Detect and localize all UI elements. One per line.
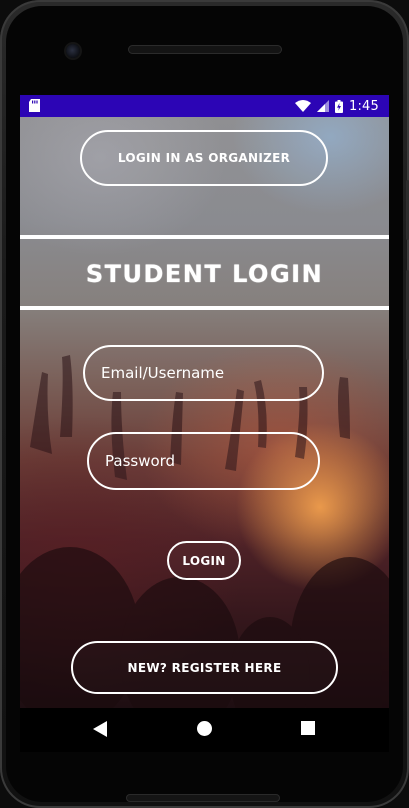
organizer-button-label: LOGIN IN AS ORGANIZER bbox=[117, 151, 291, 165]
page-title: STUDENT LOGIN bbox=[85, 260, 324, 288]
wifi-icon bbox=[295, 100, 311, 112]
earpiece-speaker bbox=[128, 45, 282, 54]
title-divider-top bbox=[20, 235, 389, 239]
register-button-label: NEW? REGISTER HERE bbox=[127, 660, 282, 675]
battery-charging-icon bbox=[335, 99, 343, 113]
login-button[interactable]: LOGIN bbox=[167, 541, 241, 580]
front-camera-icon bbox=[66, 44, 80, 58]
signal-icon bbox=[317, 100, 329, 112]
login-content: LOGIN IN AS ORGANIZER STUDENT LOGIN LOGI… bbox=[20, 117, 389, 708]
status-bar: 1:45 bbox=[20, 95, 389, 117]
register-button[interactable]: NEW? REGISTER HERE bbox=[71, 641, 338, 694]
sd-card-icon bbox=[29, 99, 40, 112]
android-navigation-bar bbox=[20, 708, 389, 752]
password-field[interactable] bbox=[87, 432, 320, 490]
app-screen: 1:45 LOGIN IN AS ORGANIZER STUDENT LOGIN… bbox=[20, 95, 389, 708]
status-icons: 1:45 bbox=[295, 95, 379, 117]
login-as-organizer-button[interactable]: LOGIN IN AS ORGANIZER bbox=[80, 130, 328, 186]
home-icon[interactable] bbox=[197, 721, 212, 736]
crowd-background-image bbox=[20, 355, 389, 708]
clock: 1:45 bbox=[349, 98, 379, 114]
bottom-speaker bbox=[126, 794, 280, 802]
email-username-field[interactable] bbox=[83, 345, 324, 401]
title-divider-bottom bbox=[20, 306, 389, 310]
login-button-label: LOGIN bbox=[182, 553, 226, 568]
recent-apps-icon[interactable] bbox=[301, 721, 315, 735]
password-input[interactable] bbox=[105, 452, 318, 470]
back-icon[interactable] bbox=[93, 721, 107, 737]
email-username-input[interactable] bbox=[101, 364, 322, 382]
